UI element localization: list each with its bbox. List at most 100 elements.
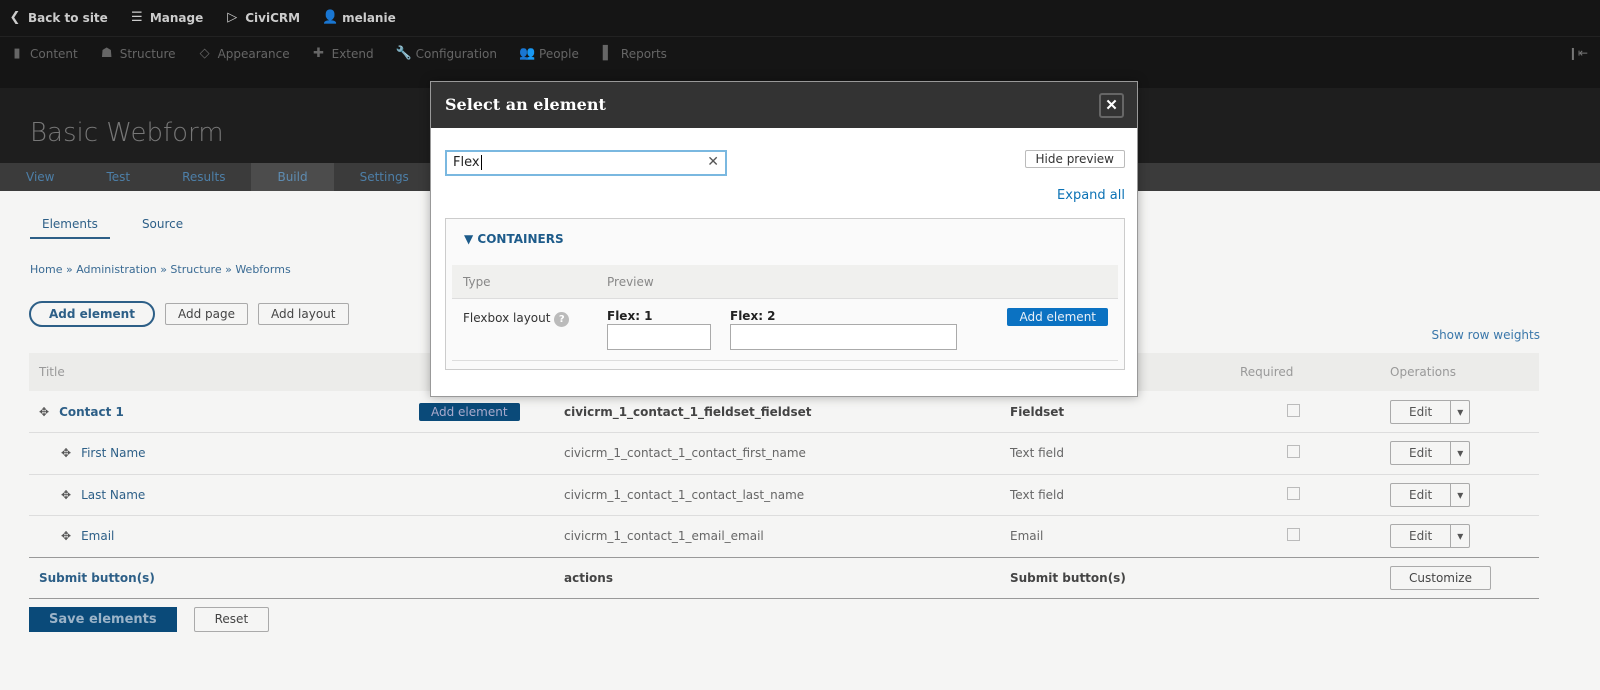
label: Back to site — [28, 11, 108, 25]
menu-reports[interactable]: ▌ Reports — [601, 46, 667, 61]
reset-button[interactable]: Reset — [193, 607, 270, 632]
edit-button[interactable]: Edit — [1391, 401, 1450, 423]
required-checkbox[interactable] — [1287, 403, 1300, 417]
drag-handle-icon[interactable]: ✥ — [61, 529, 71, 543]
admin-toolbar: ❮ Back to site ☰ Manage ▷ CiviCRM 👤 melanie — [0, 0, 1600, 36]
element-title[interactable]: First Name — [81, 446, 145, 460]
element-type: Email — [1000, 515, 1230, 558]
label: Configuration — [415, 46, 498, 61]
element-key: civicrm_1_contact_1_fieldset_fieldset — [554, 391, 1000, 433]
flex1-label: Flex: 1 — [607, 309, 653, 323]
element-type: Flexbox layout ? — [463, 311, 570, 327]
wrench-icon: 🔧 — [395, 45, 412, 61]
user-link[interactable]: 👤 melanie — [322, 10, 396, 26]
manage-link[interactable]: ☰ Manage — [130, 10, 204, 26]
label: CiviCRM — [245, 11, 301, 25]
add-page-button[interactable]: Add page — [164, 303, 248, 325]
select-element-dialog: Select an element ✕ Flex ✕ Hide preview Ex… — [430, 81, 1138, 397]
add-layout-button[interactable]: Add layout — [258, 303, 349, 325]
text-cursor — [480, 155, 482, 170]
label: Content — [30, 46, 78, 61]
element-title[interactable]: Contact 1 — [59, 405, 124, 419]
label: Structure — [119, 46, 176, 61]
tab-build[interactable]: Build — [251, 163, 334, 191]
tab-results[interactable]: Results — [156, 163, 251, 191]
menu-content[interactable]: ▮ Content — [10, 46, 78, 61]
element-key: civicrm_1_contact_1_email_email — [554, 515, 1000, 558]
drag-handle-icon[interactable]: ✥ — [61, 488, 71, 502]
element-title[interactable]: Submit button(s) — [29, 557, 409, 599]
sitemap-icon: ☗ — [100, 45, 113, 61]
add-element-button[interactable]: Add element — [29, 301, 155, 327]
edit-dropbutton[interactable]: Edit ▾ — [1390, 482, 1471, 507]
element-table-header: Type Preview — [452, 265, 1118, 299]
flex1-preview-input[interactable] — [607, 324, 711, 350]
required-checkbox[interactable] — [1287, 486, 1300, 500]
expand-all-link[interactable]: Expand all — [1057, 188, 1125, 203]
containers-toggle[interactable]: ▼ CONTAINERS — [464, 232, 564, 246]
back-to-site-link[interactable]: ❮ Back to site — [8, 11, 108, 26]
col-preview: Preview — [607, 275, 654, 289]
col-type: Type — [463, 275, 491, 289]
search-input[interactable]: Flex ✕ — [445, 150, 727, 176]
subtab-elements[interactable]: Elements — [30, 217, 110, 239]
element-type-label: Flexbox layout — [463, 311, 551, 325]
tab-settings[interactable]: Settings — [334, 163, 435, 191]
element-type: Text field — [1000, 432, 1230, 475]
label: Manage — [149, 11, 204, 25]
toolbar-orientation-icon[interactable]: ❙⇤ — [1568, 46, 1588, 60]
civicrm-link[interactable]: ▷ CiviCRM — [225, 10, 301, 26]
close-icon[interactable]: ✕ — [1099, 93, 1124, 118]
user-icon: 👤 — [322, 10, 339, 25]
element-title[interactable]: Last Name — [81, 488, 145, 502]
required-checkbox[interactable] — [1287, 528, 1300, 542]
menu-configuration[interactable]: 🔧 Configuration — [395, 45, 498, 61]
menu-extend[interactable]: ✚ Extend — [312, 46, 373, 61]
clear-search-icon[interactable]: ✕ — [707, 154, 719, 170]
edit-button[interactable]: Edit — [1391, 442, 1450, 464]
drag-handle-icon[interactable]: ✥ — [61, 446, 71, 460]
drag-handle-icon[interactable]: ✥ — [39, 405, 49, 419]
hide-preview-button[interactable]: Hide preview — [1024, 150, 1125, 168]
menu-structure[interactable]: ☗ Structure — [100, 45, 176, 61]
table-row: Submit button(s) actions Submit button(s… — [29, 557, 1539, 599]
customize-button[interactable]: Customize — [1390, 565, 1491, 590]
caret-down-icon[interactable]: ▾ — [1450, 442, 1469, 465]
element-title[interactable]: Email — [81, 529, 114, 543]
edit-dropbutton[interactable]: Edit ▾ — [1390, 399, 1471, 424]
add-element-button[interactable]: Add element — [1007, 308, 1108, 326]
containers-group: ▼ CONTAINERS Type Preview Flexbox layout… — [445, 218, 1125, 370]
people-icon: 👥 — [519, 45, 536, 61]
tab-view[interactable]: View — [0, 163, 80, 191]
save-elements-button[interactable]: Save elements — [29, 607, 177, 632]
caret-down-icon[interactable]: ▾ — [1450, 400, 1469, 423]
add-element-button[interactable]: Add element — [419, 402, 520, 421]
civicrm-icon: ▷ — [227, 10, 238, 25]
menu-people[interactable]: 👥 People — [519, 45, 579, 61]
element-type: Submit button(s) — [1000, 557, 1230, 599]
menu-appearance[interactable]: ◇ Appearance — [198, 46, 290, 61]
subtab-source[interactable]: Source — [142, 217, 183, 239]
col-required: Required — [1230, 353, 1380, 391]
label: melanie — [342, 11, 396, 25]
tab-test[interactable]: Test — [80, 163, 156, 191]
required-checkbox[interactable] — [1287, 445, 1300, 459]
caret-down-icon[interactable]: ▾ — [1450, 525, 1469, 548]
form-actions: Save elements Reset — [29, 607, 270, 632]
caret-down-icon[interactable]: ▾ — [1450, 483, 1469, 506]
show-row-weights-link[interactable]: Show row weights — [1431, 328, 1540, 342]
col-operations: Operations — [1380, 353, 1539, 391]
dialog-header: Select an element ✕ — [431, 82, 1137, 128]
edit-dropbutton[interactable]: Edit ▾ — [1390, 441, 1471, 466]
menu-icon: ☰ — [130, 10, 143, 25]
element-key: actions — [554, 557, 1000, 599]
element-key: civicrm_1_contact_1_contact_first_name — [554, 432, 1000, 475]
flex2-preview-input[interactable] — [730, 324, 957, 350]
flex2-label: Flex: 2 — [730, 309, 776, 323]
table-row: ✥ First Name civicrm_1_contact_1_contact_… — [29, 432, 1539, 475]
edit-button[interactable]: Edit — [1391, 484, 1450, 506]
edit-button[interactable]: Edit — [1391, 525, 1450, 547]
edit-dropbutton[interactable]: Edit ▾ — [1390, 524, 1471, 549]
table-row: ✥ Email civicrm_1_contact_1_email_email E… — [29, 515, 1539, 558]
help-icon[interactable]: ? — [554, 312, 570, 327]
